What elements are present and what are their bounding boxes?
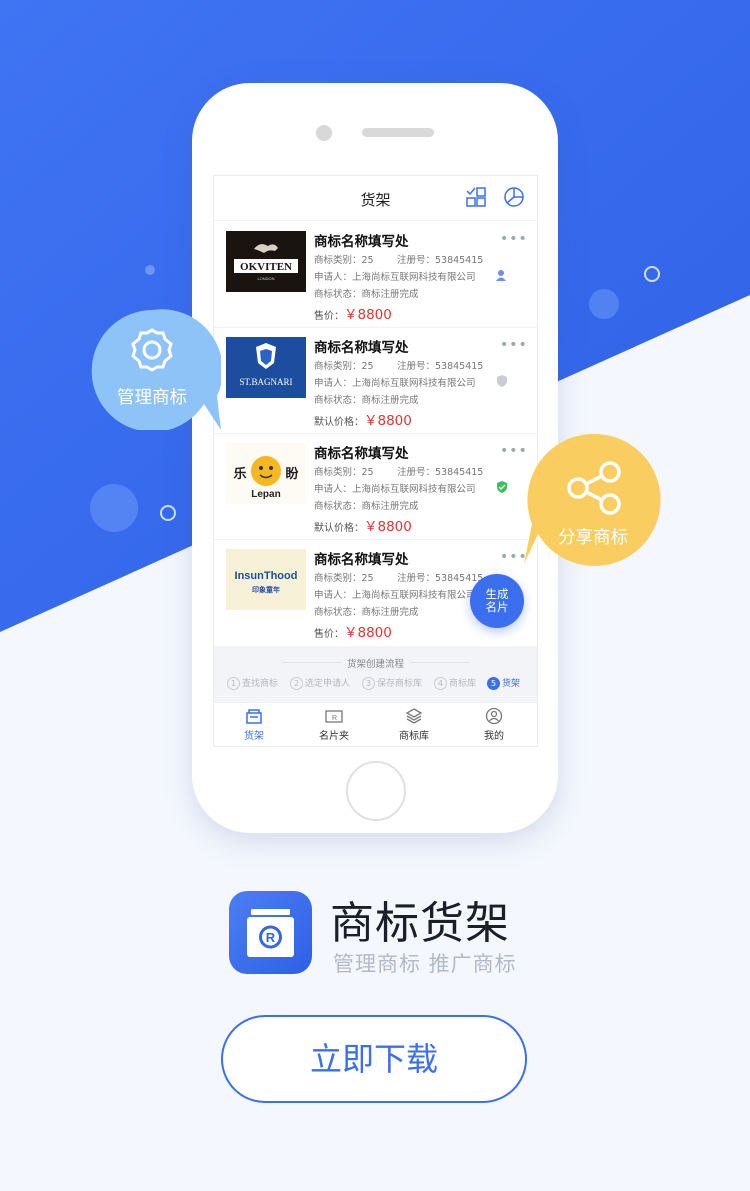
shelf-creation-flow: 货架创建流程 1 查找商标 2 选定申请人 3 保存商标库 4 商标库 5 货架 — [214, 646, 537, 702]
card-title: 商标名称填写处 — [314, 234, 409, 250]
trademark-logo-insunthood: InsunThood 印象童年 — [226, 549, 306, 610]
card-category: 商标类别：25 — [314, 467, 374, 478]
card-holder-icon: R — [325, 710, 343, 723]
card-category: 商标类别：25 — [314, 255, 374, 266]
card-price-row: 默认价格：￥8800 — [314, 515, 412, 535]
phone-screen: 货架 OKVITEN LONDON 商标名称填写处 ••• 商标类别：25 注册… — [213, 175, 538, 747]
svg-text:乐: 乐 — [233, 466, 246, 482]
nav-bar: 货架 — [214, 176, 537, 221]
card-applicant: 申请人：上海尚标互联网科技有限公司 — [314, 590, 476, 601]
card-reg-no: 注册号：53845415 — [397, 361, 484, 372]
tab-card-holder[interactable]: R 名片夹 — [294, 707, 374, 742]
pie-chart-icon[interactable] — [503, 186, 525, 208]
tab-shelf[interactable]: 货架 — [214, 707, 294, 742]
card-title: 商标名称填写处 — [314, 340, 409, 356]
card-applicant: 申请人：上海尚标互联网科技有限公司 — [314, 484, 476, 495]
flow-step-1: 1 查找商标 — [227, 676, 278, 690]
fab-label-line1: 生成 — [485, 587, 509, 601]
bubble-left-label: 管理商标 — [117, 388, 187, 408]
price-label: 售价： — [314, 311, 344, 322]
checklist-icon[interactable] — [465, 186, 487, 208]
card-reg-no: 注册号：53845415 — [397, 255, 484, 266]
app-name: 商标货架 — [330, 898, 510, 949]
fab-label-line2: 名片 — [485, 600, 509, 614]
card-status: 商标状态：商标注册完成 — [314, 607, 419, 618]
card-price-row: 售价：￥8800 — [314, 621, 392, 641]
price-label: 默认价格： — [314, 523, 364, 534]
flow-step-5: 5 货架 — [487, 676, 520, 690]
svg-text:Lepan: Lepan — [251, 489, 280, 500]
svg-text:盼: 盼 — [285, 467, 298, 482]
tab-mine[interactable]: 我的 — [454, 707, 534, 742]
app-tagline: 管理商标 推广商标 — [333, 952, 517, 976]
card-status: 商标状态：商标注册完成 — [314, 289, 419, 300]
nav-title: 货架 — [360, 191, 391, 209]
price-label: 售价： — [314, 629, 344, 640]
share-trademark-bubble: 分享商标 — [522, 432, 664, 568]
svg-text:LONDON: LONDON — [257, 276, 274, 281]
price-value: ￥8800 — [364, 519, 412, 535]
svg-text:ST.BAGNARI: ST.BAGNARI — [239, 377, 292, 387]
card-applicant: 申请人：上海尚标互联网科技有限公司 — [314, 272, 476, 283]
price-value: ￥8800 — [364, 413, 412, 429]
tab-label: 名片夹 — [319, 731, 349, 742]
flow-step-4: 4 商标库 — [434, 676, 476, 690]
svg-text:印象童年: 印象童年 — [252, 585, 280, 594]
generate-card-button[interactable]: 生成 名片 — [470, 574, 524, 628]
svg-text:R: R — [266, 930, 276, 945]
card-title: 商标名称填写处 — [314, 552, 409, 568]
layers-icon — [405, 708, 423, 724]
card-category: 商标类别：25 — [314, 573, 374, 584]
flow-step-3: 3 保存商标库 — [362, 676, 422, 690]
card-title: 商标名称填写处 — [314, 446, 409, 462]
user-icon — [485, 707, 503, 725]
tab-trademark-library[interactable]: 商标库 — [374, 707, 454, 742]
flow-step-2: 2 选定申请人 — [290, 676, 350, 690]
tab-label: 货架 — [244, 731, 264, 742]
trademark-logo-stbagnari: ST.BAGNARI — [226, 337, 306, 398]
price-value: ￥8800 — [344, 625, 392, 641]
card-status: 商标状态：商标注册完成 — [314, 395, 419, 406]
shelf-icon — [246, 709, 262, 724]
trademark-logo-lepan: 乐 盼 Lepan — [226, 443, 306, 504]
tab-bar: 货架 R 名片夹 商标库 我的 — [214, 702, 537, 746]
flow-title: 货架创建流程 — [214, 656, 537, 670]
svg-text:InsunThood: InsunThood — [235, 570, 298, 582]
home-button — [346, 761, 406, 821]
card-reg-no: 注册号：53845415 — [397, 467, 484, 478]
more-icon[interactable]: ••• — [500, 337, 528, 353]
price-label: 默认价格： — [314, 417, 364, 428]
trademark-card[interactable]: 乐 盼 Lepan 商标名称填写处 ••• 商标类别：25 注册号：538454… — [214, 433, 537, 540]
card-price-row: 默认价格：￥8800 — [314, 409, 412, 429]
speaker — [362, 128, 434, 137]
download-button[interactable]: 立即下载 — [221, 1015, 527, 1103]
verified-shield-icon — [497, 481, 507, 493]
app-icon: R — [229, 891, 312, 974]
svg-text:R: R — [332, 715, 337, 722]
trademark-logo-okviten: OKVITEN LONDON — [226, 231, 306, 292]
card-status: 商标状态：商标注册完成 — [314, 501, 419, 512]
tab-label: 商标库 — [399, 731, 429, 742]
manage-trademark-bubble: 管理商标 — [83, 306, 223, 432]
applicant-user-icon — [496, 270, 506, 281]
more-icon[interactable]: ••• — [500, 231, 528, 247]
card-category: 商标类别：25 — [314, 361, 374, 372]
tab-label: 我的 — [484, 731, 504, 742]
bubble-shape — [91, 309, 223, 432]
card-applicant: 申请人：上海尚标互联网科技有限公司 — [314, 378, 476, 389]
card-price-row: 售价：￥8800 — [314, 303, 392, 323]
trademark-card[interactable]: ST.BAGNARI 商标名称填写处 ••• 商标类别：25 注册号：53845… — [214, 327, 537, 434]
shield-icon — [497, 375, 507, 387]
registered-box-icon: R — [247, 909, 294, 957]
trademark-card[interactable]: OKVITEN LONDON 商标名称填写处 ••• 商标类别：25 注册号：5… — [214, 221, 537, 328]
camera — [316, 125, 332, 141]
svg-text:OKVITEN: OKVITEN — [240, 261, 292, 273]
bubble-right-label: 分享商标 — [558, 528, 628, 548]
price-value: ￥8800 — [344, 307, 392, 323]
